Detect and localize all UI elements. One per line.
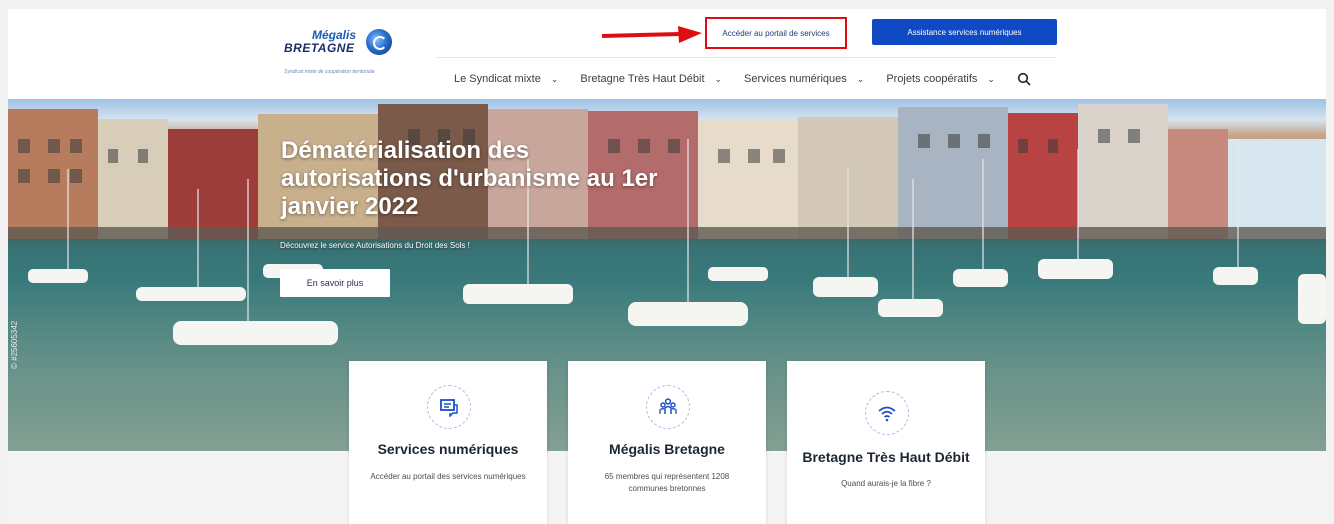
nav-item-projets[interactable]: Projets coopératifs ⌄ (886, 73, 995, 85)
main-nav: Le Syndicat mixte ⌄ Bretagne Très Haut D… (454, 70, 1031, 88)
chevron-down-icon: ⌄ (714, 73, 723, 84)
nav-item-services[interactable]: Services numériques ⌄ (744, 73, 864, 85)
chevron-down-icon: ⌄ (856, 73, 865, 84)
nav-item-bretagne-thd[interactable]: Bretagne Très Haut Débit ⌄ (580, 73, 722, 85)
nav-item-syndicat[interactable]: Le Syndicat mixte ⌄ (454, 73, 558, 85)
logo-swirl-icon (366, 29, 392, 55)
card-services-numeriques[interactable]: Services numériques Accéder au portail d… (349, 361, 547, 524)
chevron-down-icon: ⌄ (550, 73, 559, 84)
chat-icon (427, 385, 471, 429)
header-divider (436, 57, 1056, 58)
nav-item-label: Bretagne Très Haut Débit (580, 73, 705, 85)
wifi-icon (865, 391, 909, 435)
card-title: Bretagne Très Haut Débit (802, 449, 970, 465)
card-description: Quand aurais-je la fibre ? (841, 479, 931, 488)
photo-credit: © #25605342 (10, 320, 19, 369)
nav-item-label: Services numériques (744, 73, 847, 85)
card-description: 65 membres qui représentent 1208 commune… (604, 472, 730, 493)
logo-subtitle: Syndicat mixte de coopération territoria… (284, 69, 375, 75)
site-header: Mégalis BRETAGNE Syndicat mixte de coopé… (8, 9, 1326, 99)
logo-line-2: BRETAGNE (284, 41, 355, 55)
chevron-down-icon: ⌄ (987, 73, 995, 84)
card-title: Mégalis Bretagne (609, 441, 725, 457)
portal-link[interactable]: Accéder au portail de services (705, 17, 847, 49)
nav-item-label: Projets coopératifs (886, 73, 978, 85)
search-icon[interactable] (1017, 72, 1031, 86)
card-description: Accéder au portail des services numériqu… (370, 472, 526, 481)
hero-title: Dématérialisation des autorisations d'ur… (281, 137, 658, 220)
card-bretagne-thd[interactable]: Bretagne Très Haut Débit Quand aurais-je… (787, 361, 985, 524)
red-arrow-annotation-icon (601, 26, 702, 43)
learn-more-button[interactable]: En savoir plus (280, 269, 390, 297)
megalis-logo[interactable]: Mégalis BRETAGNE Syndicat mixte de coopé… (284, 25, 396, 83)
hero-subtitle: Découvrez le service Autorisations du Dr… (280, 241, 470, 250)
assistance-button[interactable]: Assistance services numériques (872, 19, 1057, 45)
card-megalis-bretagne[interactable]: Mégalis Bretagne 65 membres qui représen… (568, 361, 766, 524)
page: Mégalis BRETAGNE Syndicat mixte de coopé… (8, 9, 1326, 524)
logo-line-1: Mégalis (312, 28, 357, 42)
card-title: Services numériques (377, 441, 519, 457)
people-icon (646, 385, 690, 429)
nav-item-label: Le Syndicat mixte (454, 73, 541, 85)
